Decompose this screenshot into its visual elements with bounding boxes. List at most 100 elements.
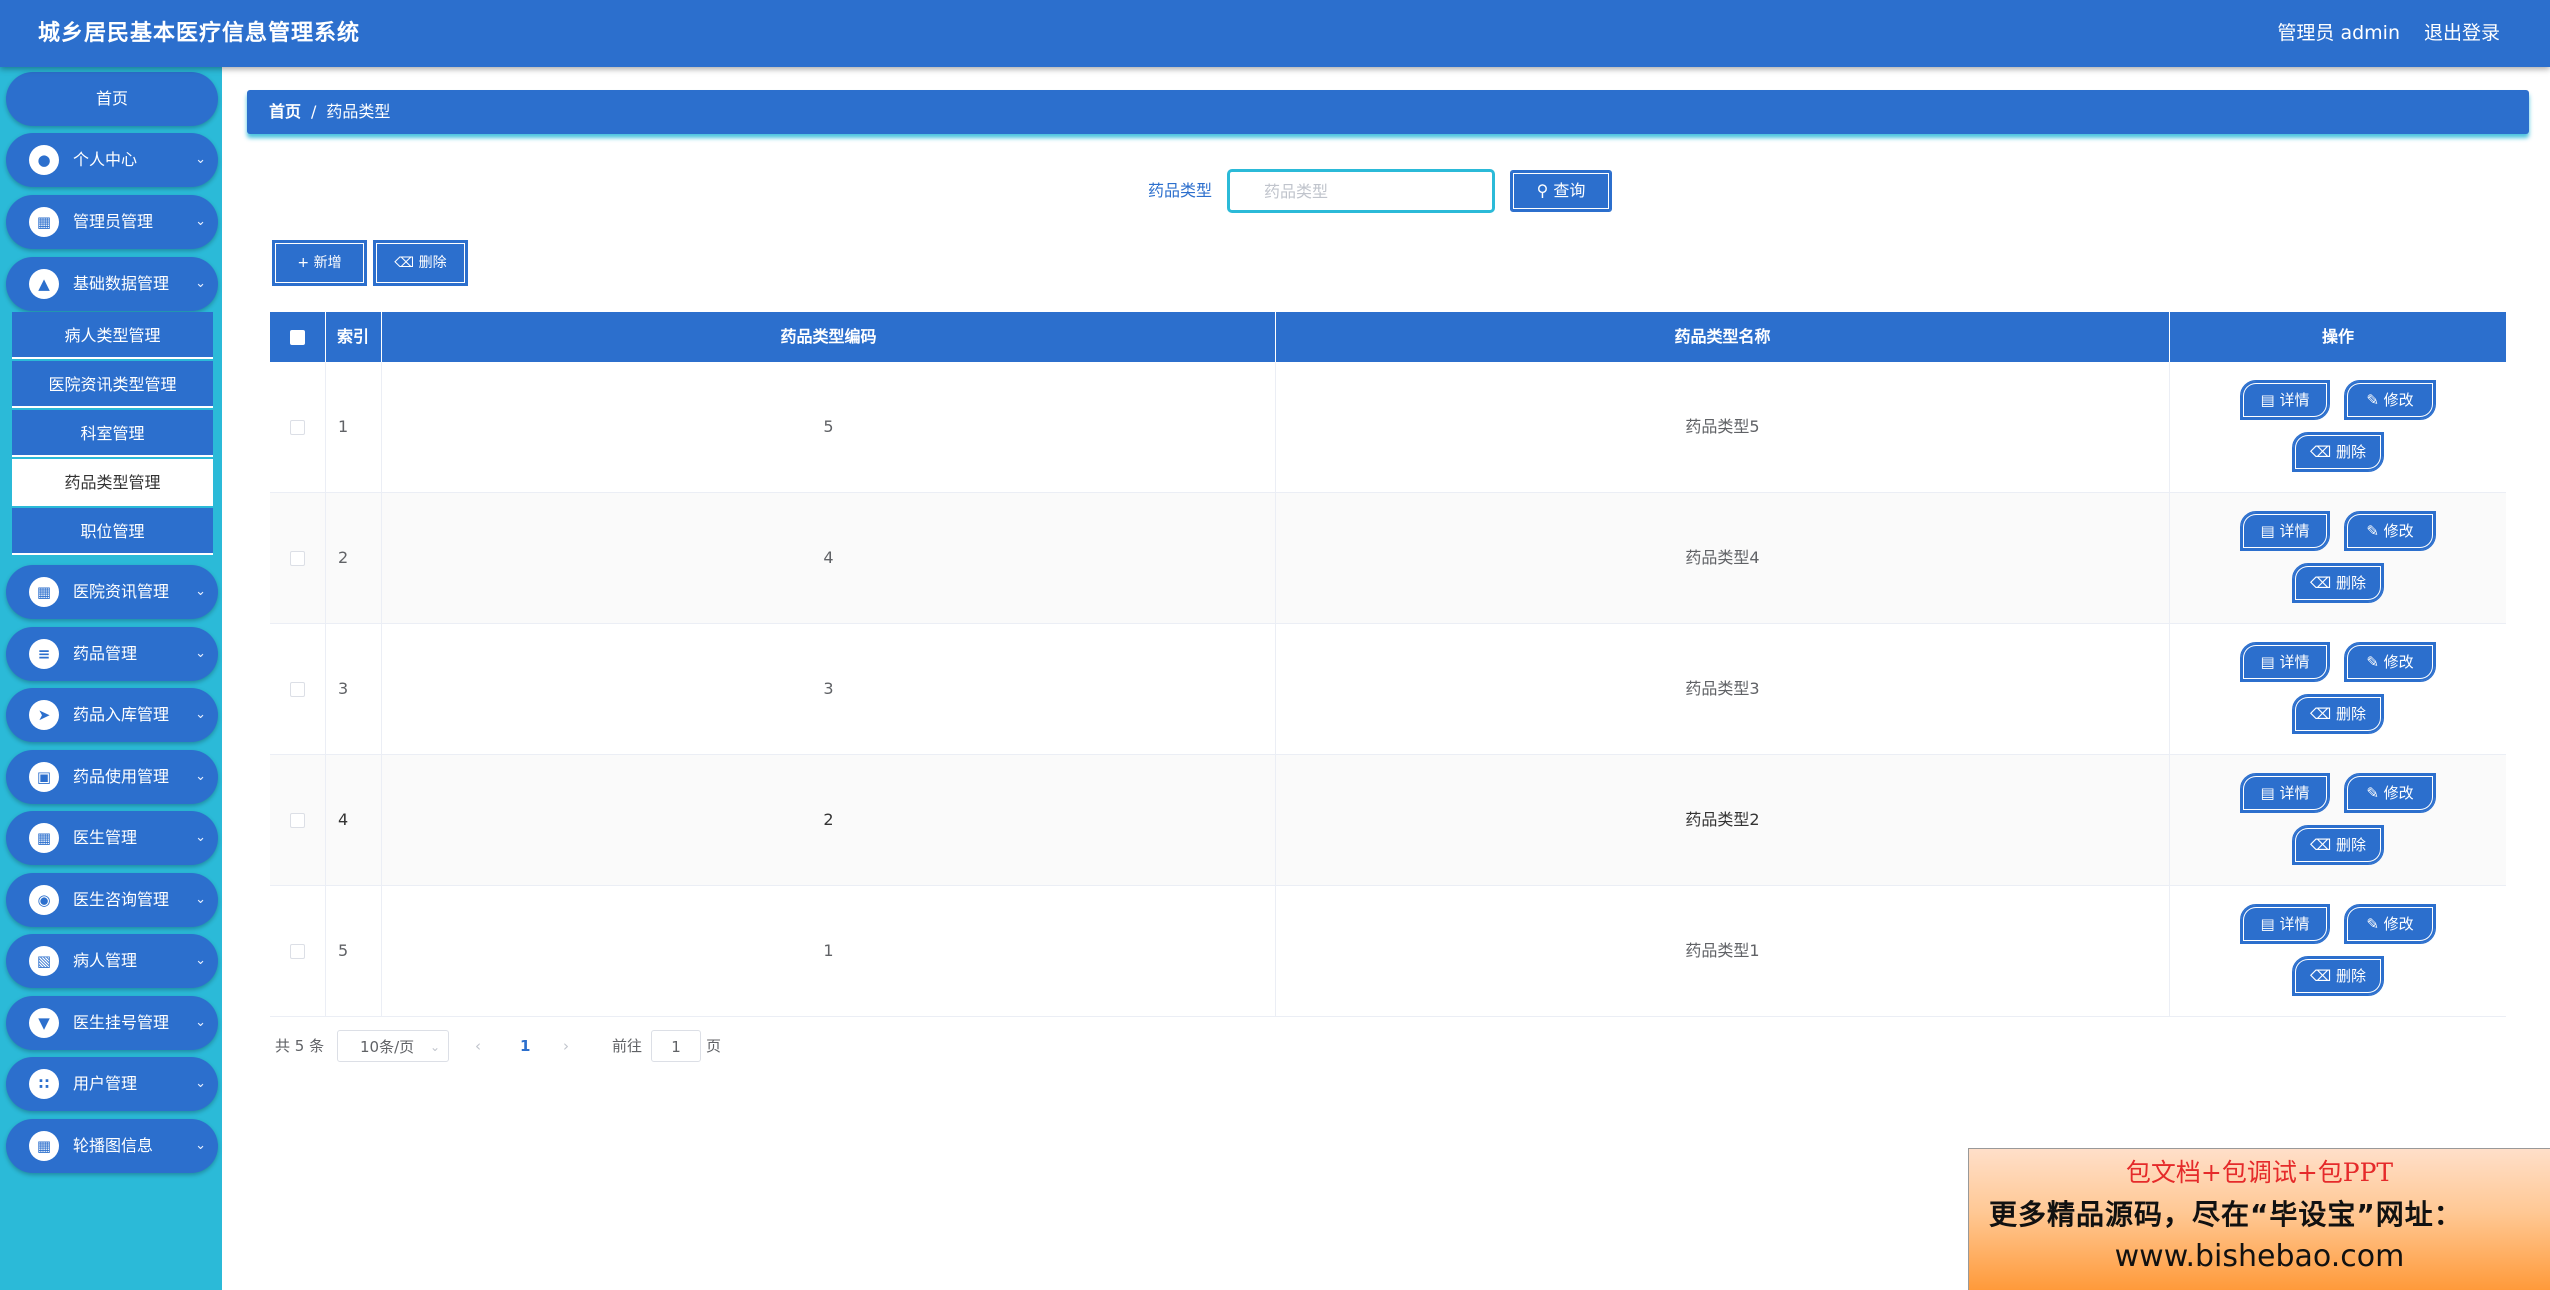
chevron-down-icon: ⌄: [195, 646, 206, 661]
sidebar-item-drug-usage[interactable]: ▣ 药品使用管理 ⌄: [6, 750, 218, 804]
row-checkbox[interactable]: [290, 420, 305, 435]
delete-button[interactable]: ⌫ 删除: [2292, 432, 2384, 472]
sidebar-item-drug-stock-in[interactable]: ➤ 药品入库管理 ⌄: [6, 688, 218, 742]
select-all-checkbox[interactable]: [290, 330, 305, 345]
row-checkbox[interactable]: [290, 813, 305, 828]
chevron-down-icon: ⌄: [195, 152, 206, 167]
query-button[interactable]: ⚲ 查询: [1510, 170, 1612, 212]
sidebar-sub-patient-type[interactable]: 病人类型管理: [12, 312, 213, 359]
sidebar: 首页 ● 个人中心 ⌄ ▦ 管理员管理 ⌄ ▲ 基础数据管理 ⌄ 病人类型管理 …: [0, 67, 222, 1290]
row-checkbox[interactable]: [290, 944, 305, 959]
logout-link[interactable]: 退出登录: [2424, 0, 2500, 67]
sidebar-item-home[interactable]: 首页: [6, 72, 218, 126]
sidebar-item-label: 首页: [95, 89, 128, 108]
document-icon: ▤: [2260, 653, 2275, 671]
edit-button[interactable]: ✎ 修改: [2344, 773, 2436, 813]
edit-button[interactable]: ✎ 修改: [2344, 904, 2436, 944]
delete-button[interactable]: ⌫ 删除: [2292, 956, 2384, 996]
user-icon: ●: [29, 145, 59, 175]
promo-line-2: 更多精品源码，尽在“毕设宝”网址：: [1989, 1198, 2463, 1231]
chevron-down-icon: ⌄: [195, 1015, 206, 1030]
add-button-label: 新增: [313, 255, 342, 271]
edit-button[interactable]: ✎ 修改: [2344, 642, 2436, 682]
delete-button[interactable]: ⌫ 删除: [2292, 563, 2384, 603]
page-size-value: 10条/页: [360, 1038, 415, 1056]
header-name: 药品类型名称: [1276, 312, 2170, 362]
chevron-down-icon: ⌄: [195, 830, 206, 845]
cell-ops: ▤ 详情 ✎ 修改 ⌫ 删除: [2170, 493, 2506, 623]
edit-button[interactable]: ✎ 修改: [2344, 380, 2436, 420]
detail-button-label: 详情: [2279, 653, 2310, 671]
trash-icon: ⌫: [2309, 574, 2332, 592]
detail-button-label: 详情: [2279, 915, 2310, 933]
chevron-down-icon: ⌄: [195, 1138, 206, 1153]
chevron-down-icon: ⌄: [195, 214, 206, 229]
detail-button-label: 详情: [2279, 522, 2310, 540]
sidebar-sub-news-type[interactable]: 医院资讯类型管理: [12, 361, 213, 408]
sidebar-item-label: 药品使用管理: [73, 767, 170, 786]
next-page-button[interactable]: ›: [563, 1030, 569, 1062]
batch-delete-button[interactable]: ⌫ 删除: [373, 240, 468, 286]
detail-button[interactable]: ▤ 详情: [2240, 904, 2330, 944]
sidebar-item-registration[interactable]: ▼ 医生挂号管理 ⌄: [6, 996, 218, 1050]
sidebar-item-basic-data[interactable]: ▲ 基础数据管理 ⌄: [6, 257, 218, 311]
sidebar-item-drugs[interactable]: ≡ 药品管理 ⌄: [6, 627, 218, 681]
sidebar-item-carousel[interactable]: ▦ 轮播图信息 ⌄: [6, 1119, 218, 1173]
table-row: 2 4 药品类型4 ▤ 详情 ✎ 修改 ⌫ 删除: [270, 493, 2506, 624]
sidebar-item-label: 医生挂号管理: [73, 1013, 170, 1032]
delete-button[interactable]: ⌫ 删除: [2292, 694, 2384, 734]
sidebar-item-doctors[interactable]: ▦ 医生管理 ⌄: [6, 811, 218, 865]
detail-button[interactable]: ▤ 详情: [2240, 380, 2330, 420]
cell-index: 3: [326, 624, 382, 754]
sidebar-item-admins[interactable]: ▦ 管理员管理 ⌄: [6, 195, 218, 249]
briefcase-icon: ▣: [29, 762, 59, 792]
grid-icon: ▦: [29, 823, 59, 853]
cell-name: 药品类型1: [1276, 886, 2170, 1016]
edit-button[interactable]: ✎ 修改: [2344, 511, 2436, 551]
delete-button-label: 删除: [2335, 574, 2366, 592]
detail-button[interactable]: ▤ 详情: [2240, 511, 2330, 551]
row-checkbox[interactable]: [290, 551, 305, 566]
sidebar-item-label: 个人中心: [73, 150, 138, 169]
goto-page-input[interactable]: 1: [651, 1030, 701, 1062]
row-checkbox[interactable]: [290, 682, 305, 697]
trash-icon: ⌫: [2309, 705, 2332, 723]
sidebar-item-profile[interactable]: ● 个人中心 ⌄: [6, 133, 218, 187]
sidebar-item-label: 医院资讯管理: [73, 582, 170, 601]
table-row: 5 1 药品类型1 ▤ 详情 ✎ 修改 ⌫ 删除: [270, 886, 2506, 1017]
search-label: 药品类型: [1148, 181, 1213, 200]
sidebar-sub-department[interactable]: 科室管理: [12, 410, 213, 457]
goto-unit: 页: [706, 1037, 722, 1055]
sidebar-item-hospital-news[interactable]: ▦ 医院资讯管理 ⌄: [6, 565, 218, 619]
query-button-label: 查询: [1553, 181, 1586, 200]
sidebar-sub-position[interactable]: 职位管理: [12, 508, 213, 555]
page-number-current[interactable]: 1: [520, 1030, 530, 1062]
search-icon: ⚲: [1536, 181, 1549, 200]
detail-button[interactable]: ▤ 详情: [2240, 773, 2330, 813]
pencil-icon: ✎: [2366, 784, 2379, 802]
add-button[interactable]: + 新增: [272, 240, 367, 286]
cell-ops: ▤ 详情 ✎ 修改 ⌫ 删除: [2170, 624, 2506, 754]
edit-button-label: 修改: [2383, 784, 2414, 802]
sidebar-item-patients[interactable]: ▧ 病人管理 ⌄: [6, 934, 218, 988]
cell-name: 药品类型4: [1276, 493, 2170, 623]
sidebar-item-users[interactable]: ∷ 用户管理 ⌄: [6, 1057, 218, 1111]
document-icon: ▤: [2260, 915, 2275, 933]
drug-type-search-input[interactable]: [1228, 170, 1494, 212]
breadcrumb-home[interactable]: 首页: [269, 102, 301, 121]
detail-button-label: 详情: [2279, 391, 2310, 409]
prev-page-button[interactable]: ‹: [475, 1030, 481, 1062]
detail-button[interactable]: ▤ 详情: [2240, 642, 2330, 682]
sidebar-sub-drug-type[interactable]: 药品类型管理: [12, 459, 213, 506]
trash-icon: ⌫: [2309, 967, 2332, 985]
delete-button[interactable]: ⌫ 删除: [2292, 825, 2384, 865]
delete-button-label: 删除: [2335, 443, 2366, 461]
sidebar-item-label: 用户管理: [73, 1074, 138, 1093]
cell-index: 1: [326, 362, 382, 492]
detail-button-label: 详情: [2279, 784, 2310, 802]
cell-name: 药品类型2: [1276, 755, 2170, 885]
cell-code: 4: [382, 493, 1276, 623]
breadcrumb: 首页 / 药品类型: [269, 90, 390, 134]
sidebar-item-doctor-consult[interactable]: ◉ 医生咨询管理 ⌄: [6, 873, 218, 927]
page-size-select[interactable]: 10条/页 ⌄: [337, 1030, 449, 1062]
